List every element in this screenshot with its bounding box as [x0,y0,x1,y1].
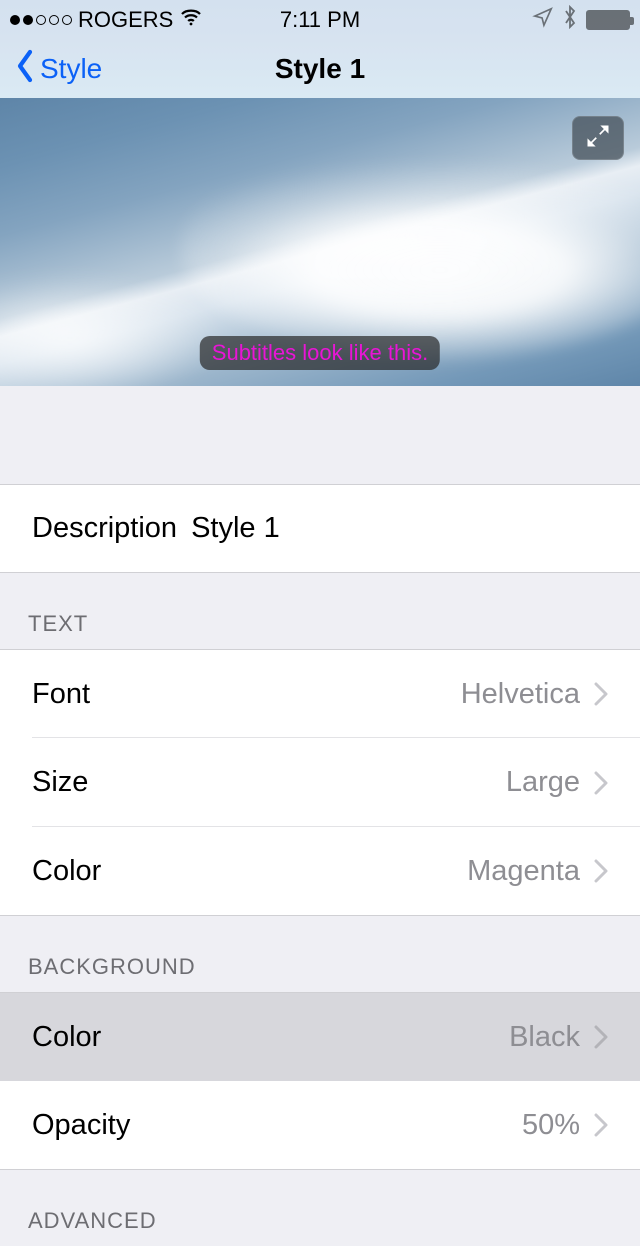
section-header-advanced: ADVANCED [0,1170,640,1246]
bluetooth-icon [562,5,578,35]
subtitle-preview: Subtitles look like this. [0,98,640,386]
expand-icon [584,122,612,155]
status-left: ROGERS [10,5,203,35]
text-color-value: Magenta [467,855,580,888]
section-header-text: TEXT [0,573,640,649]
wifi-icon [179,5,203,35]
section-header-background: BACKGROUND [0,916,640,992]
size-row[interactable]: Size Large [0,738,640,827]
size-value: Large [506,766,580,799]
subtitle-sample: Subtitles look like this. [200,336,440,370]
back-button[interactable]: Style [0,48,102,91]
chevron-right-icon [594,1025,608,1049]
signal-strength-icon [10,15,72,25]
clock: 7:11 PM [280,7,360,33]
chevron-right-icon [594,682,608,706]
description-label: Description [32,512,177,545]
background-color-row[interactable]: Color Black [0,992,640,1081]
text-color-label: Color [32,855,101,888]
text-color-row[interactable]: Color Magenta [0,827,640,916]
background-color-label: Color [32,1021,101,1054]
opacity-value: 50% [522,1109,580,1142]
size-label: Size [32,766,88,799]
back-label: Style [40,53,102,85]
opacity-label: Opacity [32,1109,130,1142]
nav-bar: Style Style 1 [0,40,640,98]
page-title: Style 1 [275,53,365,85]
description-row[interactable]: Description Style 1 [0,484,640,573]
carrier-label: ROGERS [78,7,173,33]
expand-button[interactable] [572,116,624,160]
font-value: Helvetica [461,678,580,711]
description-value: Style 1 [191,512,280,545]
chevron-right-icon [594,771,608,795]
opacity-row[interactable]: Opacity 50% [0,1081,640,1170]
location-icon [532,6,554,34]
chevron-right-icon [594,1113,608,1137]
background-color-value: Black [509,1021,580,1054]
font-row[interactable]: Font Helvetica [0,649,640,738]
status-bar: ROGERS 7:11 PM [0,0,640,40]
battery-icon [586,10,630,30]
chevron-left-icon [12,48,40,91]
status-right [532,5,630,35]
chevron-right-icon [594,859,608,883]
font-label: Font [32,678,90,711]
